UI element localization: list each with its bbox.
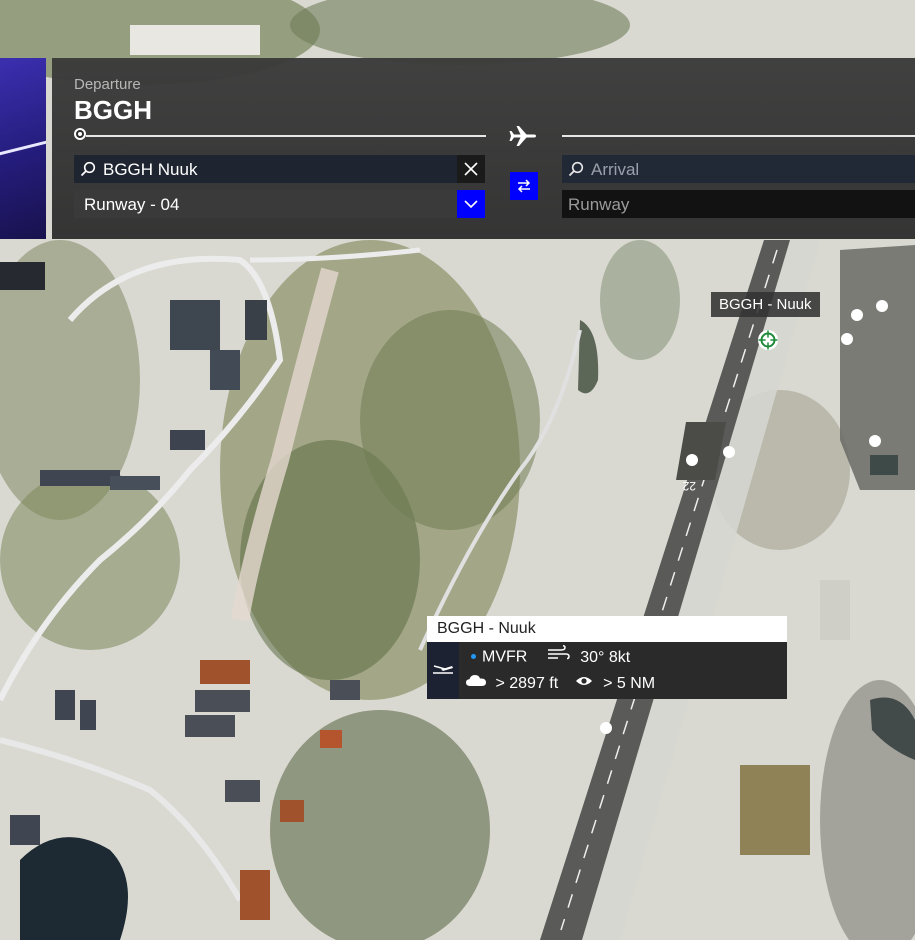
- airplane-icon: [508, 124, 538, 148]
- svg-text:22: 22: [682, 479, 696, 493]
- swap-arrows-icon: [517, 179, 531, 193]
- departure-search-input[interactable]: BGGH Nuuk: [74, 155, 457, 183]
- runway-dropdown-button[interactable]: [457, 190, 485, 218]
- airport-pin-icon[interactable]: [757, 329, 779, 351]
- visibility-value: > 5 NM: [603, 675, 656, 693]
- tile-streak: [0, 137, 46, 158]
- cloud-icon: [465, 672, 487, 694]
- departure-search-value: BGGH Nuuk: [103, 160, 198, 179]
- eye-icon: [575, 672, 593, 694]
- departure-runway-select[interactable]: Runway - 04: [74, 190, 485, 218]
- chevron-down-icon: [464, 200, 478, 209]
- departure-code: BGGH: [74, 95, 152, 125]
- flight-plan-panel: Departure BGGH BGGH Nuuk Arrival Runway …: [52, 58, 915, 239]
- mvfr-status-dot: [471, 654, 476, 659]
- departure-runway-value: Runway - 04: [84, 195, 180, 214]
- side-tab[interactable]: [0, 262, 45, 290]
- ceiling-value: > 2897 ft: [495, 675, 559, 693]
- weather-card-body: MVFR 30° 8kt > 2897 ft > 5 NM: [427, 642, 787, 699]
- arrival-search-placeholder: Arrival: [591, 160, 640, 179]
- flight-category: MVFR: [482, 648, 528, 666]
- swap-departure-arrival-button[interactable]: [510, 172, 538, 200]
- departure-label: Departure: [74, 76, 141, 93]
- wind-icon: [546, 645, 570, 668]
- airport-weather-card[interactable]: BGGH - Nuuk MVFR 30° 8kt > 2897 ft > 5 N…: [427, 616, 787, 699]
- weather-row-conditions: MVFR 30° 8kt: [471, 645, 631, 668]
- airport-map-label[interactable]: BGGH - Nuuk: [711, 292, 820, 317]
- search-icon: [568, 161, 584, 177]
- origin-marker-icon: [74, 128, 86, 140]
- wind-value: 30° 8kt: [580, 648, 631, 666]
- weather-card-title: BGGH - Nuuk: [427, 616, 787, 642]
- arrival-search-input[interactable]: Arrival: [562, 155, 915, 183]
- clear-departure-button[interactable]: [457, 155, 485, 183]
- arrival-runway-select[interactable]: Runway: [562, 190, 915, 218]
- departure-route-line: [86, 135, 486, 137]
- weather-row-ceiling-visibility: > 2897 ft > 5 NM: [465, 673, 655, 695]
- close-icon: [464, 162, 478, 176]
- runway-icon: [427, 642, 459, 699]
- search-icon: [80, 161, 96, 177]
- arrival-route-line: [562, 135, 915, 137]
- profile-tile[interactable]: [0, 58, 46, 239]
- arrival-runway-placeholder: Runway: [568, 195, 630, 214]
